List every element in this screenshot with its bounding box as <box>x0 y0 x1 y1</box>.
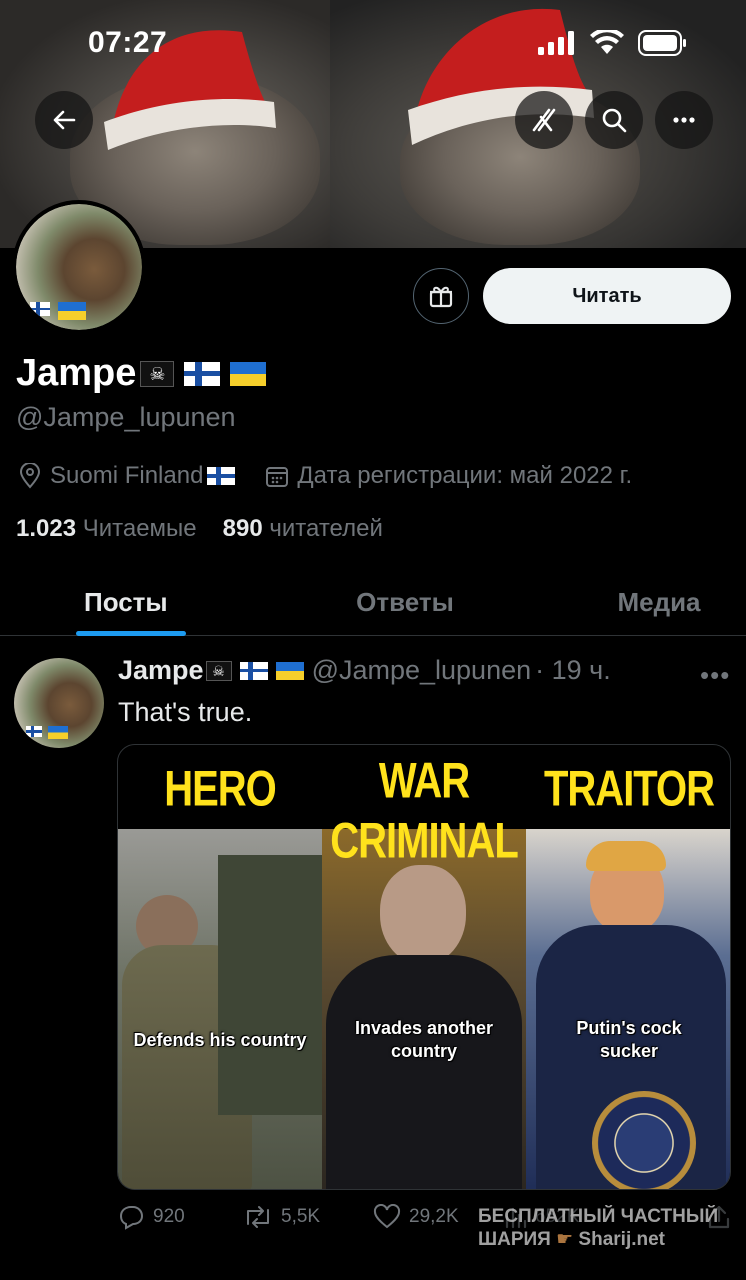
profile-stats: 1.023 Читаемые 890 читателей <box>16 515 383 543</box>
followers-link[interactable]: 890 читателей <box>223 515 383 543</box>
following-link[interactable]: 1.023 Читаемые <box>16 515 197 543</box>
more-button[interactable] <box>655 91 713 149</box>
reply-count: 920 <box>153 1206 185 1227</box>
meme-title-hero: HERO <box>164 761 277 817</box>
signal-icon <box>538 31 574 55</box>
profile-joined-date: Дата регистрации: май 2022 г. <box>297 462 633 489</box>
follow-button[interactable]: Читать <box>483 268 731 324</box>
gift-button[interactable] <box>413 268 469 324</box>
watermark-line-2: ШАРИЯ ☛ Sharij.net <box>478 1229 718 1252</box>
more-icon <box>673 117 695 123</box>
meme-panel-war-criminal: WAR CRIMINAL Invades another country <box>322 745 526 1189</box>
profile-tabs: Посты Ответы Медиа <box>0 570 746 636</box>
meme-title-war: WAR <box>378 753 470 809</box>
profile-meta: Suomi Finland Дата регистрации: май 2022… <box>18 462 632 490</box>
finland-flag-icon <box>239 661 268 680</box>
status-time: 07:27 <box>88 26 168 59</box>
display-name-text: Jampe <box>16 352 137 394</box>
wifi-icon <box>590 30 624 54</box>
ukraine-flag-icon <box>58 302 86 320</box>
repost-icon <box>247 1206 269 1228</box>
battery-icon <box>638 30 686 56</box>
meme-panel-hero: HERO Defends his country <box>118 745 322 1189</box>
following-count: 1.023 <box>16 515 77 542</box>
reply-button[interactable]: 920 <box>117 1204 243 1230</box>
watermark-brand: ШАРИЯ <box>478 1228 551 1250</box>
like-count: 29,2K <box>409 1206 459 1227</box>
meme-title-traitor: TRAITOR <box>543 761 715 817</box>
profile-display-name: Jampe ☠ <box>16 352 267 395</box>
finland-flag-icon <box>26 726 42 737</box>
post-media-image[interactable]: HERO Defends his country WAR CRIMINAL In… <box>117 744 731 1190</box>
post-more-button[interactable]: ••• <box>700 660 730 691</box>
location-icon <box>18 463 42 489</box>
finland-flag-icon <box>184 361 221 386</box>
post-author-name[interactable]: Jampe <box>118 655 204 686</box>
profile-handle: @Jampe_lupunen <box>16 402 236 432</box>
pointing-hand-icon: ☛ <box>556 1228 574 1250</box>
back-button[interactable] <box>35 91 93 149</box>
search-icon <box>602 108 627 133</box>
profile-avatar[interactable] <box>12 200 146 334</box>
back-arrow-icon <box>53 110 76 130</box>
tab-posts[interactable]: Посты <box>0 570 258 636</box>
pirate-flag-icon: ☠ <box>140 360 175 387</box>
site-watermark: БЕСПЛАТНЫЙ ЧАСТНЫЙ ШАРИЯ ☛ Sharij.net <box>478 1206 718 1252</box>
calendar-icon <box>265 464 289 488</box>
meme-caption-war-criminal: Invades another country <box>354 1018 494 1062</box>
ukraine-flag-icon <box>48 726 68 739</box>
grok-button[interactable] <box>515 91 573 149</box>
post-time[interactable]: · 19 ч. <box>535 655 611 686</box>
ukraine-flag-icon <box>230 361 267 386</box>
avatar-image <box>16 204 142 330</box>
finland-flag-icon <box>207 467 236 485</box>
gift-icon <box>429 286 453 308</box>
pirate-flag-icon: ☠ <box>205 660 232 681</box>
watermark-line-1: БЕСПЛАТНЫЙ ЧАСТНЫЙ <box>478 1206 719 1227</box>
reply-icon <box>119 1206 144 1230</box>
meme-title-criminal: CRIMINAL <box>330 813 519 869</box>
presidential-seal-icon <box>592 1091 696 1189</box>
watermark-site: Sharij.net <box>578 1228 665 1250</box>
followers-label: читателей <box>269 515 383 542</box>
meme-caption-hero: Defends his country <box>133 1030 307 1050</box>
post-author-avatar[interactable] <box>14 658 104 748</box>
profile-location: Suomi Finland <box>50 462 204 489</box>
followers-count: 890 <box>222 515 263 542</box>
status-icons <box>538 30 688 56</box>
post-header: Jampe ☠ @Jampe_lupunen · 19 ч. <box>118 655 611 686</box>
following-label: Читаемые <box>82 515 197 542</box>
post-author-handle[interactable]: @Jampe_lupunen <box>312 655 532 686</box>
post-text: That's true. <box>118 697 253 727</box>
tab-replies[interactable]: Ответы <box>258 570 492 635</box>
search-button[interactable] <box>585 91 643 149</box>
status-bar: 07:27 <box>0 0 746 88</box>
grok-icon <box>532 108 556 132</box>
tab-media[interactable]: Медиа <box>492 570 746 635</box>
meme-panel-traitor: TRAITOR Putin's cock sucker <box>526 745 730 1189</box>
finland-flag-icon <box>30 302 50 316</box>
repost-count: 5,5K <box>281 1206 321 1227</box>
ukraine-flag-icon <box>275 661 304 680</box>
meme-caption-traitor: Putin's cock sucker <box>576 1018 682 1062</box>
repost-button[interactable]: 5,5K <box>243 1204 373 1230</box>
like-icon <box>373 1204 401 1229</box>
